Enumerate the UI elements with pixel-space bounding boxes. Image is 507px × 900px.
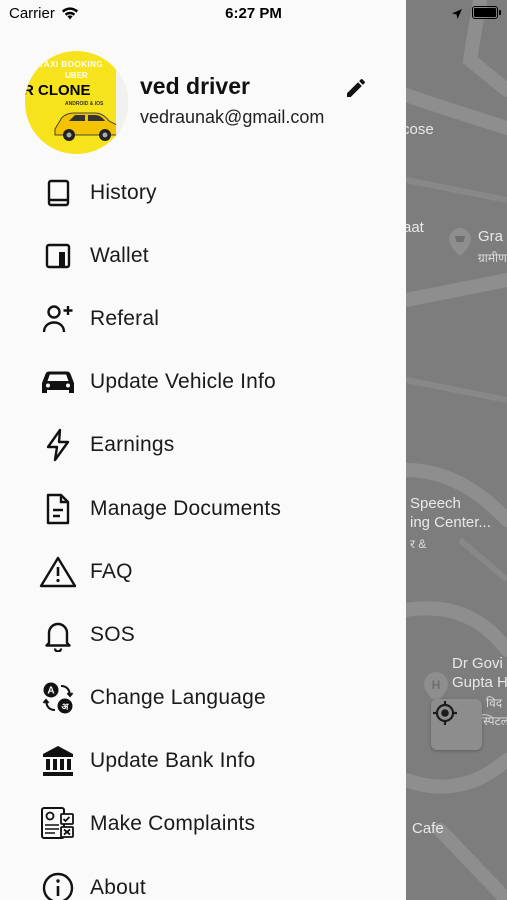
map-label: ग्रामीण bbox=[478, 251, 507, 265]
menu-item-label: Referal bbox=[90, 306, 160, 330]
map-label: aat bbox=[403, 219, 424, 236]
menu-item-label: Make Complaints bbox=[90, 812, 256, 836]
map-label: Gra bbox=[478, 228, 504, 245]
map-label: र & bbox=[410, 537, 427, 551]
driver-name: ved driver bbox=[140, 73, 250, 99]
avatar-brand-text: R CLONE bbox=[25, 82, 91, 99]
menu-item-history[interactable]: History bbox=[0, 161, 406, 224]
menu-item-label: About bbox=[90, 875, 146, 899]
map-label: Cafe bbox=[412, 820, 444, 837]
menu-item-about[interactable]: About bbox=[0, 856, 406, 900]
edit-profile-button[interactable] bbox=[344, 76, 368, 100]
map-label: cose bbox=[402, 121, 434, 138]
map-label: ing Center... bbox=[410, 514, 491, 531]
svg-text:H: H bbox=[432, 678, 441, 692]
menu-item-update-bank-info[interactable]: Update Bank Info bbox=[0, 730, 406, 793]
warning-icon bbox=[38, 552, 78, 592]
car-icon bbox=[38, 362, 78, 402]
complaint-form-icon bbox=[38, 804, 78, 844]
lightning-icon bbox=[38, 425, 78, 465]
battery-icon bbox=[472, 6, 501, 19]
map-label: स्पिटल bbox=[480, 714, 507, 728]
map-label: Dr Govi bbox=[452, 655, 503, 672]
menu-item-update-vehicle-info[interactable]: Update Vehicle Info bbox=[0, 351, 406, 414]
menu-item-label: Update Vehicle Info bbox=[90, 370, 276, 394]
menu-item-label: FAQ bbox=[90, 559, 133, 583]
wallet-icon bbox=[38, 236, 78, 276]
driver-email: vedraunak@gmail.com bbox=[140, 107, 325, 127]
navigation-drawer: TAXI BOOKING UBER R CLONE ANDROID & IOS … bbox=[0, 0, 406, 900]
menu-item-label: History bbox=[90, 180, 157, 204]
person-add-icon bbox=[38, 299, 78, 339]
taxi-car-icon bbox=[51, 103, 121, 148]
menu-item-earnings[interactable]: Earnings bbox=[0, 414, 406, 477]
avatar[interactable]: TAXI BOOKING UBER R CLONE ANDROID & IOS bbox=[25, 51, 128, 154]
map-label: विद bbox=[486, 696, 503, 710]
menu-item-change-language[interactable]: Aअ Change Language bbox=[0, 667, 406, 730]
menu-item-label: Manage Documents bbox=[90, 496, 282, 520]
svg-text:अ: अ bbox=[62, 702, 70, 712]
map-label: Speech bbox=[410, 495, 461, 512]
clock: 6:27 PM bbox=[225, 5, 282, 22]
menu-item-faq[interactable]: FAQ bbox=[0, 540, 406, 603]
my-location-button[interactable] bbox=[431, 699, 482, 750]
bank-icon bbox=[38, 741, 78, 781]
map-label: Gupta H bbox=[452, 674, 507, 691]
status-bar: Carrier 6:27 PM bbox=[0, 0, 507, 28]
translate-icon: Aअ bbox=[38, 678, 78, 718]
info-icon bbox=[38, 868, 78, 900]
menu-item-manage-documents[interactable]: Manage Documents bbox=[0, 477, 406, 540]
avatar-brand-text: UBER bbox=[65, 71, 88, 80]
pencil-icon bbox=[344, 78, 368, 104]
menu-item-wallet[interactable]: Wallet bbox=[0, 224, 406, 287]
avatar-brand-text: TAXI BOOKING bbox=[39, 60, 104, 69]
menu-item-label: SOS bbox=[90, 622, 135, 646]
document-icon bbox=[38, 489, 78, 529]
menu-item-label: Update Bank Info bbox=[90, 749, 256, 773]
menu-item-make-complaints[interactable]: Make Complaints bbox=[0, 793, 406, 856]
menu-item-label: Change Language bbox=[90, 686, 266, 710]
location-arrow-icon bbox=[451, 7, 463, 24]
bell-icon bbox=[38, 615, 78, 655]
menu-item-label: Earnings bbox=[90, 433, 175, 457]
menu-item-label: Wallet bbox=[90, 243, 149, 267]
book-icon bbox=[38, 173, 78, 213]
drawer-menu: History Wallet Referal Update Vehicle In… bbox=[0, 161, 406, 900]
svg-text:A: A bbox=[47, 686, 54, 697]
menu-item-referal[interactable]: Referal bbox=[0, 287, 406, 350]
menu-item-sos[interactable]: SOS bbox=[0, 603, 406, 666]
